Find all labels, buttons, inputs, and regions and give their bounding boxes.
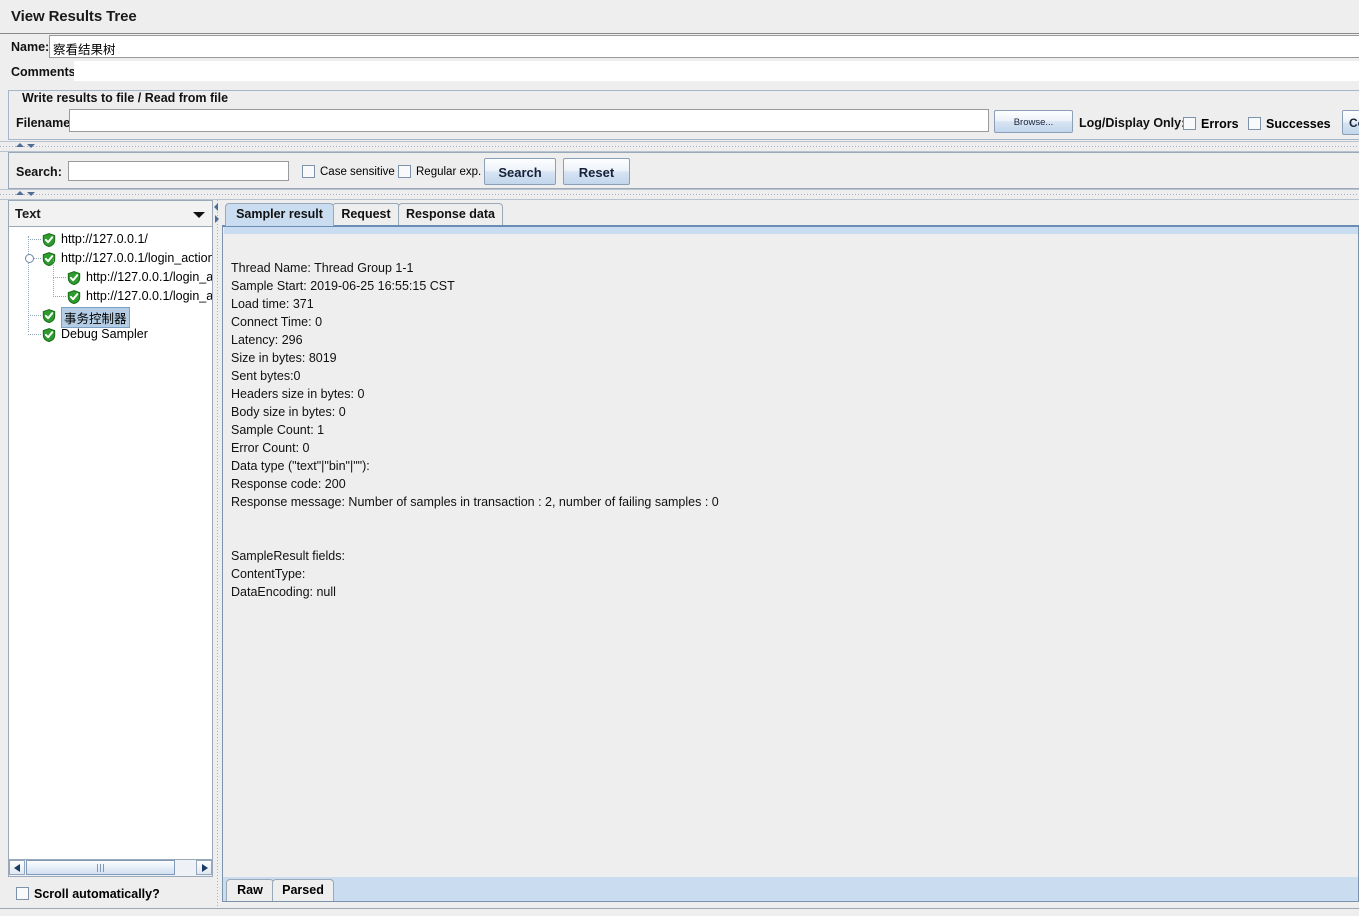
- result-panel-highlight: [224, 227, 1358, 234]
- results-tree-nodes: http://127.0.0.1/http://127.0.0.1/login_…: [9, 227, 212, 344]
- renderer-select-value: Text: [15, 206, 41, 221]
- scroll-automatically-checkbox[interactable]: Scroll automatically?: [16, 886, 160, 901]
- tab-label: Sampler result: [236, 207, 323, 221]
- filename-label: Filename: [16, 116, 71, 130]
- tree-node-label: http://127.0.0.1/login_act: [86, 289, 213, 303]
- success-shield-icon: [42, 309, 56, 324]
- result-detail-pane: Sampler result Request Response data Threa…: [222, 200, 1359, 907]
- filename-input[interactable]: [69, 109, 989, 132]
- splitter-top[interactable]: [0, 141, 1359, 152]
- tree-node[interactable]: 事务控制器: [9, 306, 212, 328]
- success-shield-icon: [67, 290, 81, 305]
- title-bar: View Results Tree: [0, 0, 1359, 34]
- tab-label: Response data: [406, 207, 495, 221]
- checkbox-icon: [1248, 117, 1261, 131]
- splitter-vertical-arrows[interactable]: [213, 203, 222, 229]
- arrow-right-icon: [202, 864, 208, 872]
- tree-connector-line: [28, 239, 41, 241]
- search-button[interactable]: Search: [484, 158, 556, 185]
- results-tree-pane: Text http://127.0.0.1/http://127.0.0.1/l…: [8, 200, 213, 907]
- result-view-tabs: Raw Parsed: [222, 877, 1359, 902]
- regular-exp-label: Regular exp.: [416, 165, 482, 178]
- page-title: View Results Tree: [11, 8, 137, 25]
- configure-button[interactable]: Configure: [1342, 110, 1359, 135]
- sampler-result-panel[interactable]: Thread Name: Thread Group 1-1 Sample Sta…: [222, 227, 1359, 882]
- renderer-select[interactable]: Text: [8, 200, 213, 227]
- tab-label: Parsed: [282, 883, 324, 897]
- tree-node[interactable]: http://127.0.0.1/login_act: [9, 259, 213, 287]
- grip-icon: [96, 864, 105, 872]
- errors-checkbox[interactable]: Errors: [1183, 116, 1239, 131]
- scroll-right-button[interactable]: [196, 860, 212, 875]
- splitter-top-arrows[interactable]: [16, 142, 40, 151]
- tree-node[interactable]: http://127.0.0.1/login_action/: [9, 249, 212, 268]
- triangle-down-icon[interactable]: [27, 192, 35, 196]
- splitter-middle-arrows[interactable]: [16, 190, 40, 199]
- success-shield-icon: [42, 328, 56, 343]
- scroll-left-button[interactable]: [9, 860, 25, 875]
- case-sensitive-checkbox[interactable]: Case sensitive: [302, 165, 395, 178]
- tab-sampler-result[interactable]: Sampler result: [225, 203, 334, 226]
- tree-node[interactable]: http://127.0.0.1/login_act: [9, 278, 213, 306]
- tab-parsed[interactable]: Parsed: [272, 879, 334, 901]
- success-shield-icon: [42, 233, 56, 248]
- splitter-middle[interactable]: [0, 189, 1359, 200]
- successes-checkbox[interactable]: Successes: [1248, 116, 1331, 131]
- tree-node-label: http://127.0.0.1/: [61, 232, 148, 246]
- tab-label: Request: [341, 207, 391, 221]
- tree-node-label: http://127.0.0.1/login_action/: [61, 251, 213, 265]
- tree-connector-line: [28, 334, 41, 336]
- chevron-down-icon[interactable]: [193, 212, 205, 218]
- view-results-tree-window: View Results Tree Name: Comments: Write …: [0, 0, 1359, 916]
- triangle-up-icon[interactable]: [16, 143, 24, 147]
- triangle-right-icon[interactable]: [215, 215, 219, 223]
- triangle-up-icon[interactable]: [16, 191, 24, 195]
- log-display-only-label: Log/Display Only:: [1079, 116, 1186, 130]
- checkbox-icon: [16, 887, 29, 901]
- tree-expand-handle[interactable]: [25, 254, 34, 263]
- splitter-vertical[interactable]: [213, 200, 222, 907]
- triangle-left-icon[interactable]: [214, 203, 218, 211]
- checkbox-icon: [302, 165, 315, 178]
- errors-checkbox-label: Errors: [1201, 116, 1239, 131]
- tab-request[interactable]: Request: [332, 203, 400, 226]
- tree-horizontal-scrollbar[interactable]: [8, 860, 213, 877]
- tree-node-label: Debug Sampler: [61, 327, 148, 341]
- tree-node-label: http://127.0.0.1/login_act: [86, 270, 213, 284]
- tree-connector-line: [53, 278, 55, 297]
- tree-node[interactable]: http://127.0.0.1/: [9, 230, 212, 249]
- name-row: Name:: [0, 35, 1359, 60]
- comments-input[interactable]: [74, 61, 1359, 81]
- arrow-left-icon: [14, 864, 20, 872]
- checkbox-icon: [398, 165, 411, 178]
- triangle-down-icon[interactable]: [27, 144, 35, 148]
- search-input[interactable]: [68, 161, 289, 181]
- browse-button[interactable]: Browse...: [994, 110, 1073, 133]
- search-label: Search:: [16, 165, 62, 179]
- regular-exp-checkbox[interactable]: Regular exp.: [398, 165, 481, 178]
- scroll-automatically-label: Scroll automatically?: [34, 886, 160, 901]
- case-sensitive-label: Case sensitive: [320, 165, 395, 178]
- comments-label: Comments:: [11, 65, 80, 79]
- tab-response-data[interactable]: Response data: [398, 203, 503, 226]
- checkbox-icon: [1183, 117, 1196, 131]
- success-shield-icon: [67, 271, 81, 286]
- comments-row: Comments:: [0, 61, 1359, 84]
- sampler-result-text: Thread Name: Thread Group 1-1 Sample Sta…: [231, 261, 719, 599]
- name-label: Name:: [11, 40, 50, 54]
- write-results-group-legend: Write results to file / Read from file: [18, 91, 233, 105]
- successes-checkbox-label: Successes: [1266, 116, 1331, 131]
- scrollbar-thumb[interactable]: [26, 860, 175, 875]
- tab-label: Raw: [237, 883, 263, 897]
- name-input[interactable]: [49, 35, 1359, 58]
- tree-connector-line: [53, 259, 55, 278]
- tree-connector-line: [28, 315, 41, 317]
- tree-node[interactable]: Debug Sampler: [9, 325, 212, 344]
- tab-raw[interactable]: Raw: [226, 879, 274, 901]
- results-tree[interactable]: http://127.0.0.1/http://127.0.0.1/login_…: [8, 227, 213, 860]
- reset-button[interactable]: Reset: [563, 158, 630, 185]
- result-tabs: Sampler result Request Response data: [222, 203, 1359, 226]
